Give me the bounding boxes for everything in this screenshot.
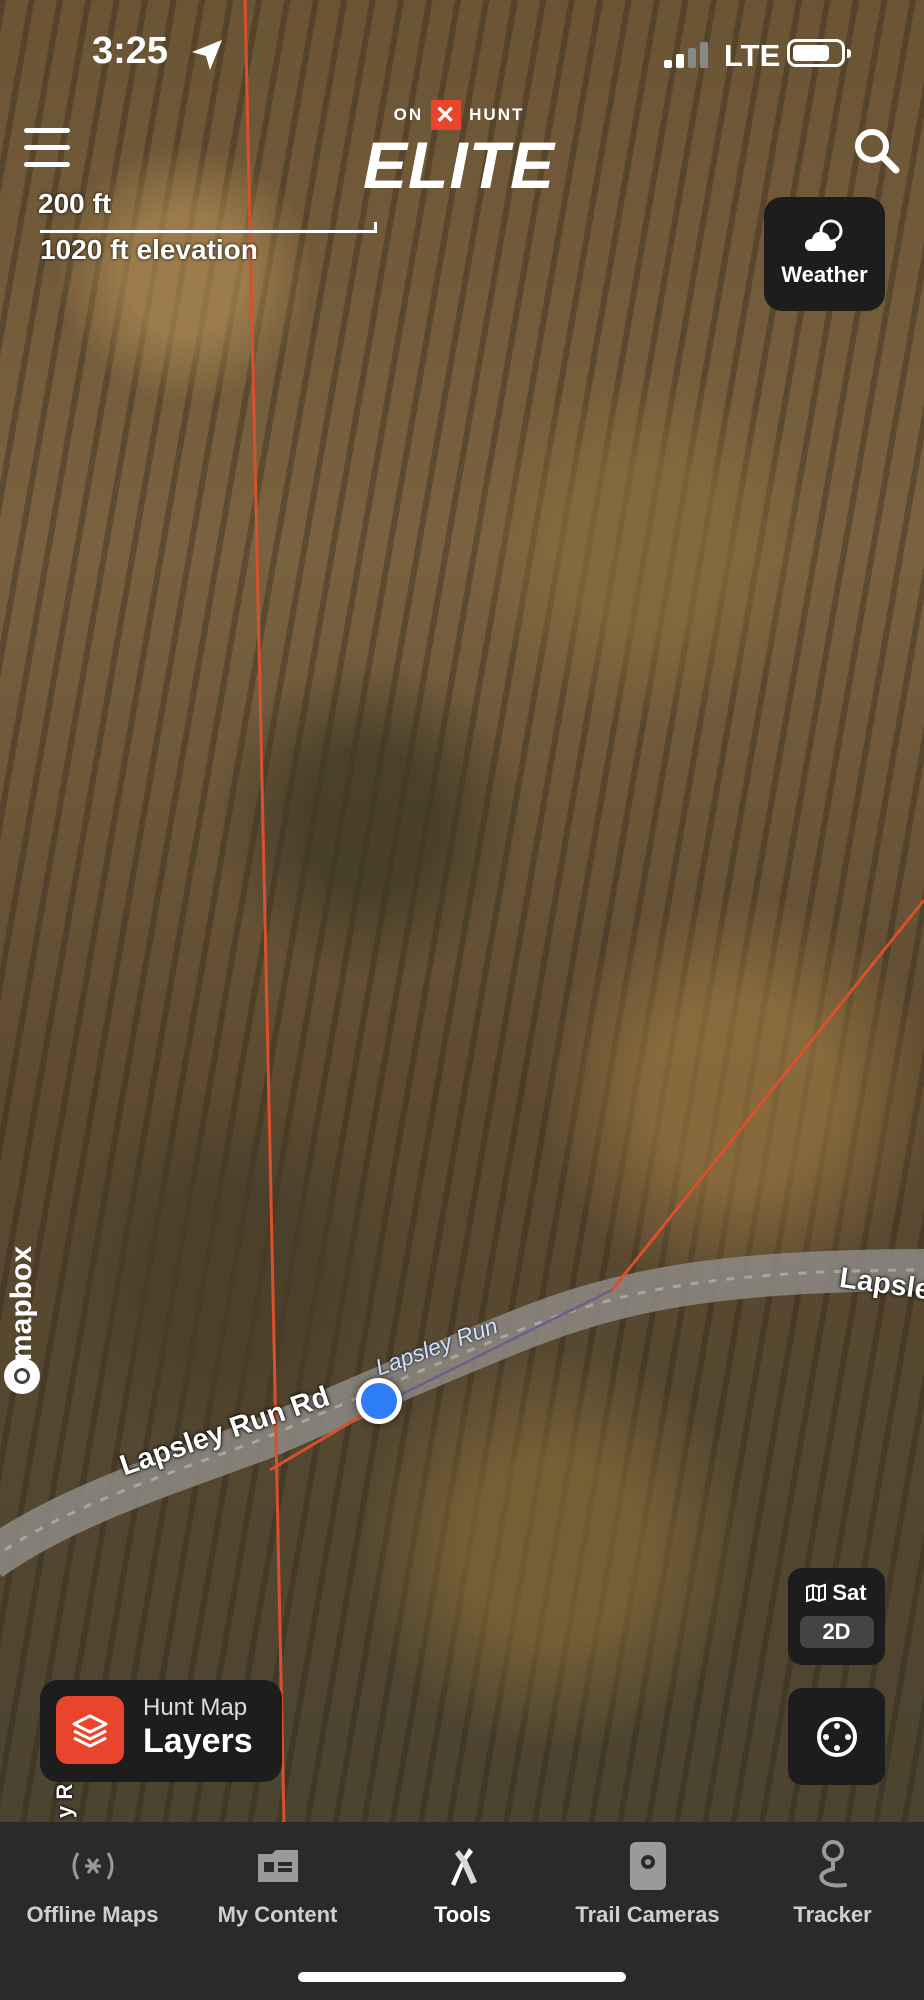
recenter-location-button[interactable] <box>788 1688 885 1785</box>
trail-camera-icon <box>629 1842 666 1890</box>
tab-label: My Content <box>217 1902 338 1927</box>
logo-on: ON <box>393 105 424 124</box>
map-style-button[interactable]: Sat 2D <box>788 1568 885 1665</box>
status-time: 3:25 <box>92 30 169 72</box>
menu-button[interactable] <box>24 128 70 168</box>
location-arrow-icon <box>192 40 222 70</box>
map-icon <box>806 1583 827 1603</box>
offline-signal-icon <box>72 1852 113 1880</box>
map-mode-toggle[interactable]: 2D <box>799 1616 874 1648</box>
status-bar: 3:25 LTE <box>0 0 924 110</box>
tab-trail-cameras[interactable]: Trail Cameras <box>555 1822 740 1942</box>
tab-label: Offline Maps <box>26 1902 159 1927</box>
logo-hunt: HUNT <box>469 105 525 124</box>
map-style-label: Sat <box>832 1580 867 1605</box>
crosshair-icon <box>816 1716 857 1757</box>
current-location-dot <box>356 1378 402 1424</box>
weather-label: Weather <box>781 262 868 287</box>
weather-button[interactable]: Weather <box>764 197 885 311</box>
home-indicator <box>298 1972 626 1982</box>
tab-tools[interactable]: Tools <box>370 1822 555 1942</box>
tab-offline-maps[interactable]: Offline Maps <box>0 1822 185 1942</box>
tab-label: Tools <box>433 1902 492 1927</box>
road <box>0 1249 924 1578</box>
layers-subtitle: Hunt Map <box>143 1694 248 1721</box>
battery-icon <box>787 39 851 67</box>
tools-icon <box>450 1848 477 1886</box>
cellular-signal-icon <box>664 42 708 68</box>
scale-bar <box>40 222 377 233</box>
network-type: LTE <box>724 38 781 73</box>
tab-label: Tracker <box>793 1902 872 1927</box>
layers-title: Layers <box>143 1722 253 1760</box>
layers-button[interactable]: Hunt Map Layers <box>40 1680 282 1782</box>
road-label-side: y R <box>52 1783 77 1818</box>
onx-hunt-elite-logo: ON ✕ HUNT ELITE <box>352 100 566 210</box>
elevation-label: 1020 ft elevation <box>40 234 258 265</box>
logo-elite: ELITE <box>362 128 555 202</box>
property-boundary-vertical <box>243 0 286 1822</box>
search-icon[interactable] <box>852 126 902 176</box>
bottom-tab-bar: Offline Maps My Content Tools Trail Came… <box>0 1822 924 2000</box>
mapbox-wordmark: mapbox <box>5 1245 38 1361</box>
road-edge <box>0 1268 924 1555</box>
folder-icon <box>257 1850 298 1882</box>
cloud-moon-icon <box>804 219 842 251</box>
scale-label: 200 ft <box>38 188 112 219</box>
tracker-pin-icon <box>818 1840 847 1888</box>
tab-tracker[interactable]: Tracker <box>740 1822 924 1942</box>
tab-my-content[interactable]: My Content <box>185 1822 370 1942</box>
tab-label: Trail Cameras <box>575 1902 720 1927</box>
logo-x-mark: ✕ <box>431 100 462 130</box>
layers-icon <box>56 1696 124 1764</box>
mapbox-info-icon[interactable] <box>4 1358 40 1394</box>
